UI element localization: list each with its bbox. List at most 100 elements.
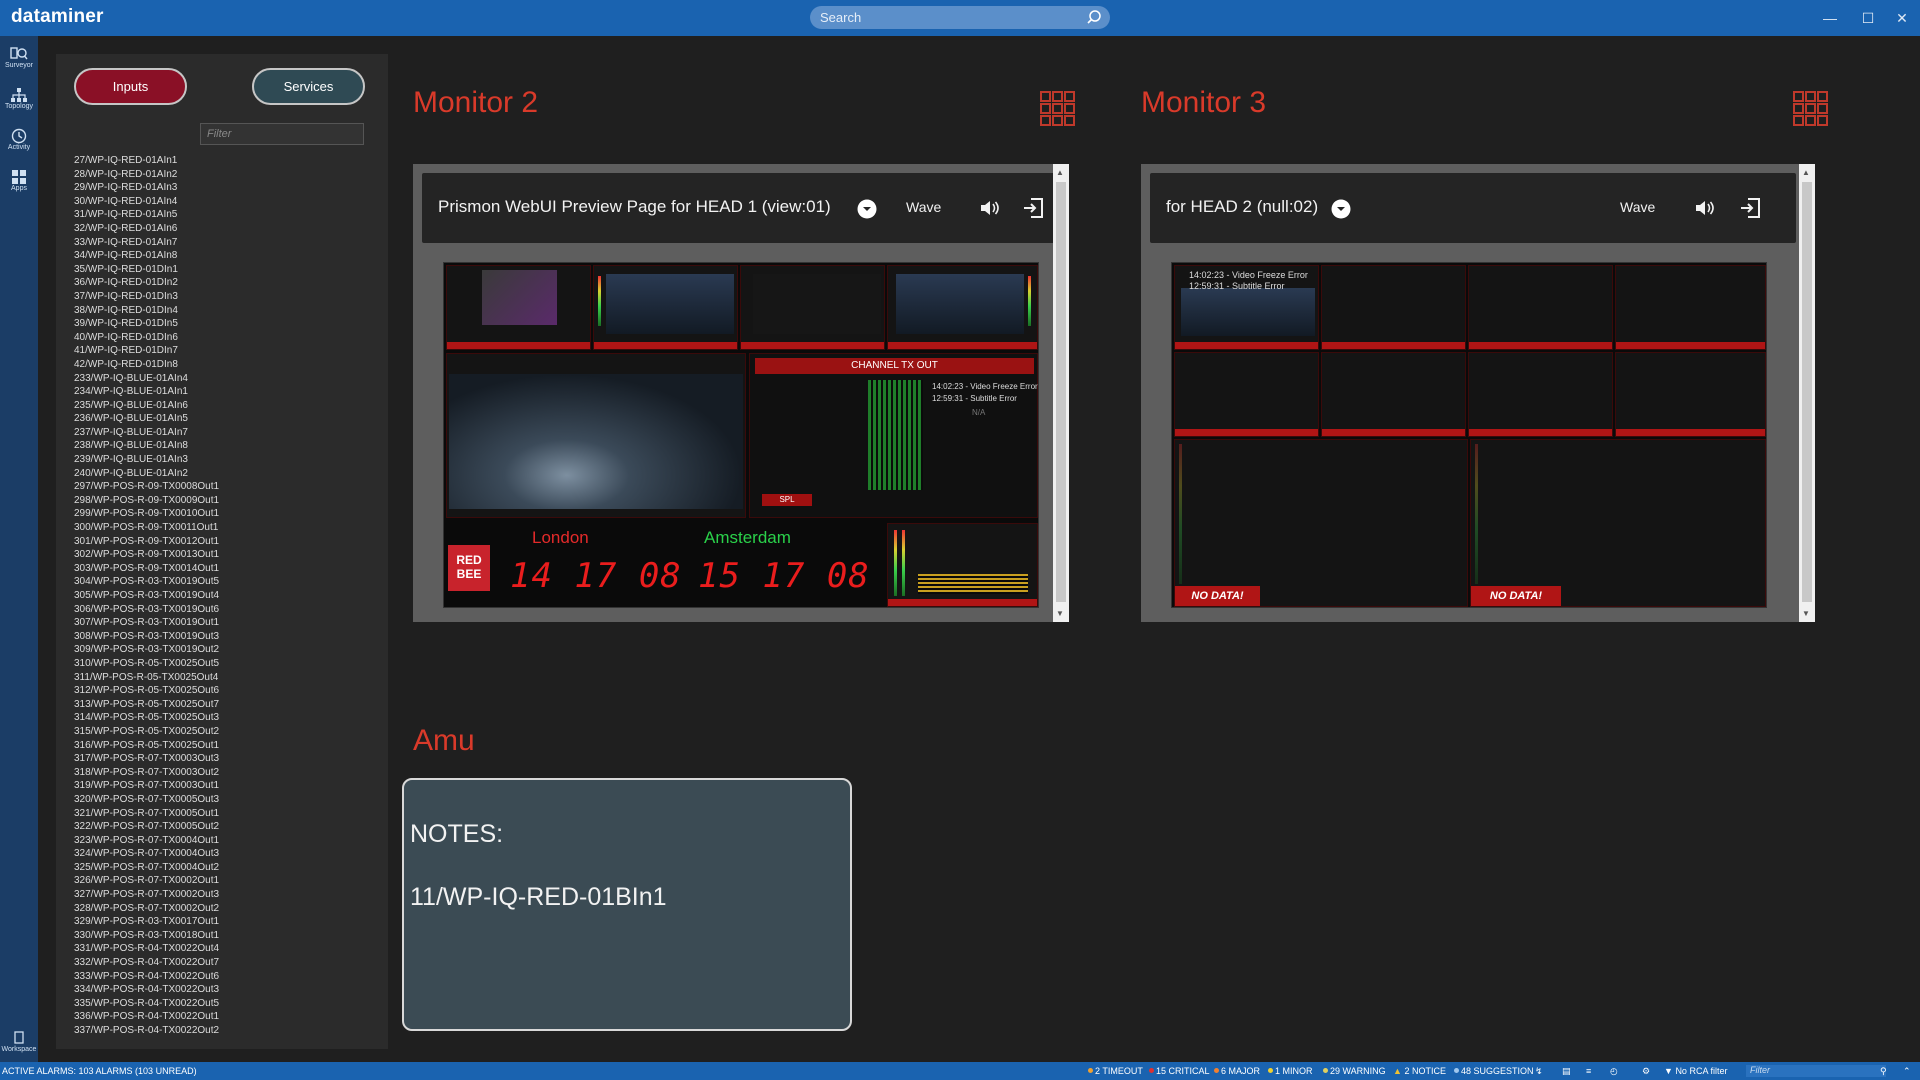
- input-list-item[interactable]: 319/WP-POS-R-07-TX0003Out1: [74, 779, 374, 793]
- alarm-count-major[interactable]: 6 MAJOR: [1214, 1066, 1260, 1076]
- services-tab-button[interactable]: Services: [252, 68, 365, 105]
- input-list-item[interactable]: 299/WP-POS-R-09-TX0010Out1: [74, 507, 374, 521]
- input-list-item[interactable]: 320/WP-POS-R-07-TX0005Out3: [74, 793, 374, 807]
- monitor3-speaker-icon[interactable]: [1693, 197, 1715, 219]
- input-list-item[interactable]: 308/WP-POS-R-03-TX0019Out3: [74, 630, 374, 644]
- input-list[interactable]: 27/WP-IQ-RED-01AIn1 28/WP-IQ-RED-01AIn2 29…: [74, 154, 374, 1034]
- input-list-item[interactable]: 27/WP-IQ-RED-01AIn1: [74, 154, 374, 168]
- input-list-item[interactable]: 309/WP-POS-R-03-TX0019Out2: [74, 643, 374, 657]
- input-list-item[interactable]: 234/WP-IQ-BLUE-01AIn1: [74, 385, 374, 399]
- statusbar-filter-input[interactable]: Filter: [1746, 1065, 1886, 1077]
- monitor3-preview[interactable]: 14:02:23 - Video Freeze Error 12:59:31 - …: [1171, 262, 1767, 608]
- monitor3-source-dropdown-icon[interactable]: [1331, 199, 1351, 219]
- input-list-item[interactable]: 235/WP-IQ-BLUE-01AIn6: [74, 399, 374, 413]
- input-list-item[interactable]: 318/WP-POS-R-07-TX0003Out2: [74, 766, 374, 780]
- input-list-item[interactable]: 297/WP-POS-R-09-TX0008Out1: [74, 480, 374, 494]
- input-list-item[interactable]: 326/WP-POS-R-07-TX0002Out1: [74, 874, 374, 888]
- input-list-item[interactable]: 337/WP-POS-R-04-TX0022Out2: [74, 1024, 374, 1034]
- input-list-item[interactable]: 329/WP-POS-R-03-TX0017Out1: [74, 915, 374, 929]
- input-list-item[interactable]: 332/WP-POS-R-04-TX0022Out7: [74, 956, 374, 970]
- monitor2-speaker-icon[interactable]: [978, 197, 1000, 219]
- input-list-item[interactable]: 333/WP-POS-R-04-TX0022Out6: [74, 970, 374, 984]
- alarm-count-suggestion[interactable]: 48 SUGGESTION: [1454, 1066, 1534, 1076]
- input-list-item[interactable]: 328/WP-POS-R-07-TX0002Out2: [74, 902, 374, 916]
- monitor3-wave-label[interactable]: Wave: [1620, 199, 1655, 215]
- nav-apps[interactable]: Apps: [0, 163, 38, 201]
- input-list-item[interactable]: 39/WP-IQ-RED-01DIn5: [74, 317, 374, 331]
- monitor3-layout-grid-icon[interactable]: [1793, 91, 1829, 127]
- nav-activity[interactable]: Activity: [0, 122, 38, 160]
- input-list-item[interactable]: 307/WP-POS-R-03-TX0019Out1: [74, 616, 374, 630]
- history-icon[interactable]: ◴: [1610, 1066, 1618, 1077]
- input-list-item[interactable]: 323/WP-POS-R-07-TX0004Out1: [74, 834, 374, 848]
- input-list-item[interactable]: 35/WP-IQ-RED-01DIn1: [74, 263, 374, 277]
- input-list-item[interactable]: 31/WP-IQ-RED-01AIn5: [74, 208, 374, 222]
- input-list-item[interactable]: 300/WP-POS-R-09-TX0011Out1: [74, 521, 374, 535]
- input-list-item[interactable]: 29/WP-IQ-RED-01AIn3: [74, 181, 374, 195]
- input-list-item[interactable]: 316/WP-POS-R-05-TX0025Out1: [74, 739, 374, 753]
- input-list-item[interactable]: 325/WP-POS-R-07-TX0004Out2: [74, 861, 374, 875]
- input-list-item[interactable]: 298/WP-POS-R-09-TX0009Out1: [74, 494, 374, 508]
- input-list-item[interactable]: 315/WP-POS-R-05-TX0025Out2: [74, 725, 374, 739]
- input-list-item[interactable]: 317/WP-POS-R-07-TX0003Out3: [74, 752, 374, 766]
- input-list-item[interactable]: 38/WP-IQ-RED-01DIn4: [74, 304, 374, 318]
- monitor2-source-dropdown-icon[interactable]: [857, 199, 877, 219]
- input-list-item[interactable]: 239/WP-IQ-BLUE-01AIn3: [74, 453, 374, 467]
- alarm-count-minor[interactable]: 1 MINOR: [1268, 1066, 1313, 1076]
- input-list-item[interactable]: 236/WP-IQ-BLUE-01AIn5: [74, 412, 374, 426]
- input-list-item[interactable]: 334/WP-POS-R-04-TX0022Out3: [74, 983, 374, 997]
- input-list-item[interactable]: 335/WP-POS-R-04-TX0022Out5: [74, 997, 374, 1011]
- input-list-item[interactable]: 28/WP-IQ-RED-01AIn2: [74, 168, 374, 182]
- monitor3-scrollbar[interactable]: ▲ ▼: [1799, 164, 1815, 622]
- input-list-item[interactable]: 40/WP-IQ-RED-01DIn6: [74, 331, 374, 345]
- statusbar-search-icon[interactable]: ⚲: [1880, 1066, 1887, 1077]
- alarm-count-warning[interactable]: 29 WARNING: [1323, 1066, 1386, 1076]
- input-list-item[interactable]: 304/WP-POS-R-03-TX0019Out5: [74, 575, 374, 589]
- minimize-button[interactable]: —: [1820, 8, 1840, 28]
- input-list-item[interactable]: 238/WP-IQ-BLUE-01AIn8: [74, 439, 374, 453]
- input-list-item[interactable]: 33/WP-IQ-RED-01AIn7: [74, 236, 374, 250]
- panel-filter-input[interactable]: Filter: [200, 123, 364, 145]
- monitor2-scrollbar[interactable]: ▲ ▼: [1053, 164, 1069, 622]
- search-input[interactable]: Search: [810, 6, 1110, 29]
- input-list-item[interactable]: 324/WP-POS-R-07-TX0004Out3: [74, 847, 374, 861]
- monitor2-layout-grid-icon[interactable]: [1040, 91, 1076, 127]
- input-list-item[interactable]: 321/WP-POS-R-07-TX0005Out1: [74, 807, 374, 821]
- monitor2-open-external-icon[interactable]: [1022, 197, 1044, 219]
- input-list-item[interactable]: 311/WP-POS-R-05-TX0025Out4: [74, 671, 374, 685]
- input-list-item[interactable]: 305/WP-POS-R-03-TX0019Out4: [74, 589, 374, 603]
- inputs-tab-button[interactable]: Inputs: [74, 68, 187, 105]
- maximize-button[interactable]: ☐: [1858, 8, 1878, 28]
- nav-workspace[interactable]: Workspace: [0, 1024, 38, 1062]
- input-list-item[interactable]: 336/WP-POS-R-04-TX0022Out1: [74, 1010, 374, 1024]
- input-list-item[interactable]: 32/WP-IQ-RED-01AIn6: [74, 222, 374, 236]
- filter-list-icon[interactable]: ≡: [1586, 1066, 1591, 1076]
- input-list-item[interactable]: 302/WP-POS-R-09-TX0013Out1: [74, 548, 374, 562]
- input-list-item[interactable]: 301/WP-POS-R-09-TX0012Out1: [74, 535, 374, 549]
- input-list-item[interactable]: 303/WP-POS-R-09-TX0014Out1: [74, 562, 374, 576]
- input-list-item[interactable]: 237/WP-IQ-BLUE-01AIn7: [74, 426, 374, 440]
- trend-icon[interactable]: ↯: [1535, 1066, 1543, 1077]
- input-list-item[interactable]: 233/WP-IQ-BLUE-01AIn4: [74, 372, 374, 386]
- monitor2-preview[interactable]: CHANNEL TX OUT 14:02:23 - Video Freeze E…: [443, 262, 1039, 608]
- settings-icon[interactable]: ⚙: [1642, 1066, 1650, 1077]
- rca-filter[interactable]: ▼ No RCA filter: [1664, 1066, 1727, 1076]
- collapse-up-icon[interactable]: ⌃: [1903, 1066, 1911, 1077]
- input-list-item[interactable]: 312/WP-POS-R-05-TX0025Out6: [74, 684, 374, 698]
- input-list-item[interactable]: 310/WP-POS-R-05-TX0025Out5: [74, 657, 374, 671]
- input-list-item[interactable]: 240/WP-IQ-BLUE-01AIn2: [74, 467, 374, 481]
- active-alarms-summary[interactable]: ACTIVE ALARMS: 103 ALARMS (103 UNREAD): [2, 1066, 197, 1076]
- input-list-item[interactable]: 314/WP-POS-R-05-TX0025Out3: [74, 711, 374, 725]
- alarm-count-timeout[interactable]: 2 TIMEOUT: [1088, 1066, 1143, 1076]
- close-button[interactable]: ✕: [1892, 8, 1912, 28]
- input-list-item[interactable]: 41/WP-IQ-RED-01DIn7: [74, 344, 374, 358]
- input-list-item[interactable]: 34/WP-IQ-RED-01AIn8: [74, 249, 374, 263]
- input-list-item[interactable]: 327/WP-POS-R-07-TX0002Out3: [74, 888, 374, 902]
- monitor3-open-external-icon[interactable]: [1739, 197, 1761, 219]
- alarm-count-critical[interactable]: 15 CRITICAL: [1149, 1066, 1210, 1076]
- list-view-icon[interactable]: ▤: [1562, 1066, 1571, 1077]
- input-list-item[interactable]: 36/WP-IQ-RED-01DIn2: [74, 276, 374, 290]
- alarm-count-notice[interactable]: ▲ 2 NOTICE: [1393, 1066, 1446, 1076]
- nav-surveyor[interactable]: Surveyor: [0, 40, 38, 78]
- input-list-item[interactable]: 313/WP-POS-R-05-TX0025Out7: [74, 698, 374, 712]
